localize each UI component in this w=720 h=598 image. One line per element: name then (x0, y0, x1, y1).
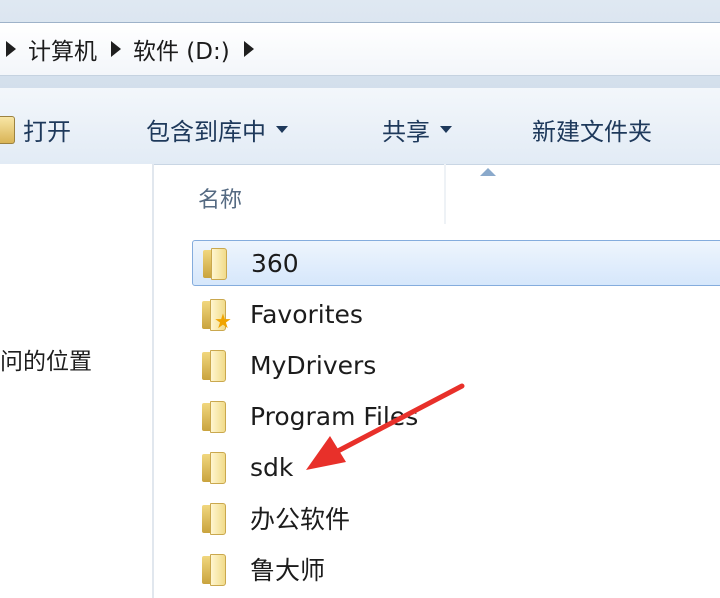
file-row-favorites[interactable]: ★ Favorites (192, 292, 720, 336)
column-header-name[interactable]: 名称 (198, 182, 242, 214)
file-list-pane[interactable]: 名称 360 ★ Favorites MyDrivers Program Fil… (154, 164, 720, 598)
breadcrumb-drive-d[interactable]: 软件 (D:) (133, 32, 230, 66)
column-divider (444, 164, 446, 224)
breadcrumb-computer[interactable]: 计算机 (28, 32, 97, 66)
navigation-pane[interactable]: 问的位置 (0, 164, 154, 598)
chevron-right-icon[interactable] (6, 41, 16, 57)
file-row-office-software[interactable]: 办公软件 (192, 496, 720, 540)
file-row-ludashi[interactable]: 鲁大师 (192, 547, 720, 591)
folder-icon (202, 401, 230, 433)
favorites-folder-icon: ★ (202, 299, 232, 331)
file-row-sdk[interactable]: sdk (192, 445, 720, 489)
new-folder-button[interactable]: 新建文件夹 (532, 112, 652, 147)
new-folder-label: 新建文件夹 (532, 118, 652, 146)
folder-icon (202, 554, 230, 586)
file-name: MyDrivers (250, 350, 377, 380)
file-name: 鲁大师 (250, 556, 326, 585)
folder-icon (203, 248, 231, 280)
file-name: Favorites (250, 299, 363, 329)
file-row-360[interactable]: 360 (192, 240, 720, 286)
share-label: 共享 (382, 118, 430, 146)
file-name: Program Files (250, 401, 419, 431)
file-row-mydrivers[interactable]: MyDrivers (192, 343, 720, 387)
file-name: sdk (250, 452, 294, 482)
dropdown-caret-icon (276, 126, 288, 133)
nav-item-recent-places[interactable]: 问的位置 (0, 342, 92, 376)
open-label: 打开 (23, 118, 71, 146)
file-name: 360 (251, 248, 299, 278)
open-button[interactable]: 打开 (0, 112, 71, 147)
chevron-right-icon[interactable] (243, 41, 254, 57)
address-box[interactable]: 计算机 软件 (D:) (0, 22, 720, 76)
include-in-library-button[interactable]: 包含到库中 (146, 112, 288, 147)
include-library-label: 包含到库中 (146, 118, 266, 146)
dropdown-caret-icon (440, 126, 452, 133)
file-row-program-files[interactable]: Program Files (192, 394, 720, 438)
chevron-right-icon[interactable] (111, 41, 121, 57)
folder-icon (202, 452, 230, 484)
folder-icon (202, 350, 230, 382)
address-bar: 计算机 软件 (D:) (0, 0, 720, 88)
command-toolbar: 打开 包含到库中 共享 新建文件夹 (0, 88, 720, 165)
open-icon (0, 115, 15, 144)
share-button[interactable]: 共享 (382, 112, 452, 147)
folder-icon (202, 503, 230, 535)
file-name: 办公软件 (250, 505, 351, 534)
sort-ascending-icon (480, 168, 496, 176)
